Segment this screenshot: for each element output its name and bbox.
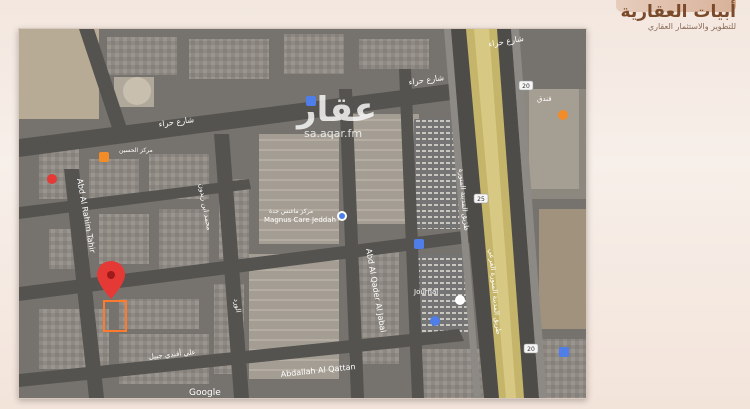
brand-subtitle: للتطوير والاستثمار العقاري [647,22,736,31]
place-icon[interactable] [430,316,440,326]
sand-lot-east [539,209,586,329]
badge-2: 25 [477,196,485,203]
satellite-map[interactable]: 20 25 20 شارع حراء شارع حراء شارع حراء A… [18,28,587,399]
watermark-url: sa.aqar.fm [304,127,362,140]
restaurant-icon[interactable] [99,152,109,162]
poi-center: مركز الحسين [119,147,153,154]
brand-title: أبيات العقارية [620,2,736,22]
roundabout-building [123,77,151,105]
hospital-icon[interactable] [47,174,57,184]
bus-icon[interactable] [559,347,569,357]
google-attribution: Google [189,388,221,398]
watermark-logo: عقار [295,90,377,130]
map-canvas[interactable]: 20 25 20 شارع حراء شارع حراء شارع حراء A… [19,29,586,398]
poi-journal: Journal [413,288,438,296]
badge-3: 20 [527,346,535,353]
shop-icon[interactable] [455,295,465,305]
poi-hotel: فندق [537,95,552,103]
poi-magnus: Magnus Care Jeddah [264,216,336,224]
magnus-building [259,134,339,244]
poi-magnus-ar: مركز ماغنس جدة [269,208,313,215]
hotel-icon[interactable] [558,110,568,120]
shopping-bag-icon[interactable] [414,239,424,249]
badge-1: 20 [522,83,530,90]
